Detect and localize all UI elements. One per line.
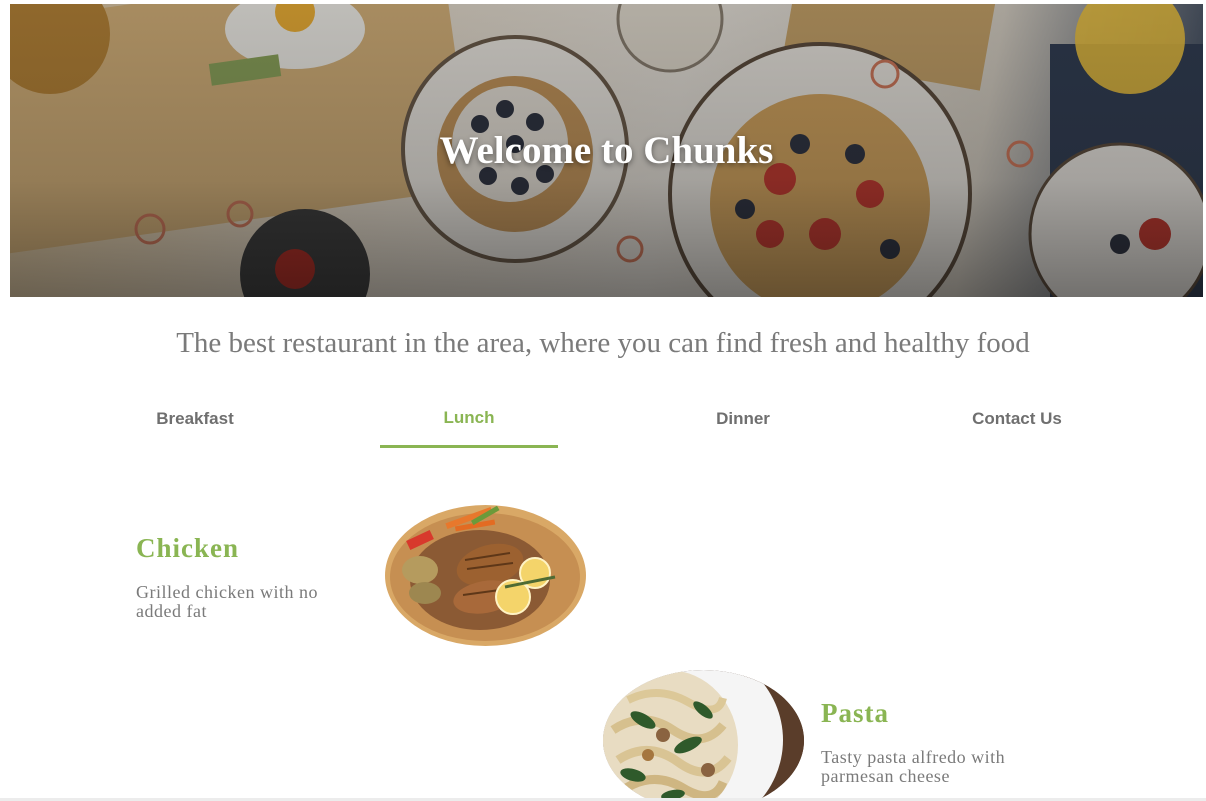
hero-banner: Welcome to Chunks (10, 4, 1203, 297)
tab-dinner[interactable]: Dinner (606, 392, 880, 452)
menu-item-description: Grilled chicken with no added fat (136, 582, 318, 621)
tab-label: Lunch (443, 408, 495, 427)
grilled-chicken-image (385, 505, 586, 646)
tab-breakfast[interactable]: Breakfast (58, 392, 332, 452)
menu-item-title: Pasta (821, 698, 889, 728)
menu-item-description: Tasty pasta alfredo with parmesan cheese (821, 747, 1006, 786)
tab-label: Dinner (716, 409, 770, 428)
hero-title: Welcome to Chunks (439, 129, 774, 172)
tab-label: Breakfast (156, 409, 234, 428)
tab-label: Contact Us (972, 409, 1062, 428)
tab-lunch[interactable]: Lunch (332, 392, 606, 452)
active-tab-indicator (380, 445, 558, 448)
menu-item-title: Chicken (136, 533, 240, 563)
menu-tabs: Breakfast Lunch Dinner Contact Us (58, 392, 1154, 452)
tab-contact-us[interactable]: Contact Us (880, 392, 1154, 452)
pasta-alfredo-image (603, 670, 804, 801)
tagline: The best restaurant in the area, where y… (176, 327, 1030, 359)
